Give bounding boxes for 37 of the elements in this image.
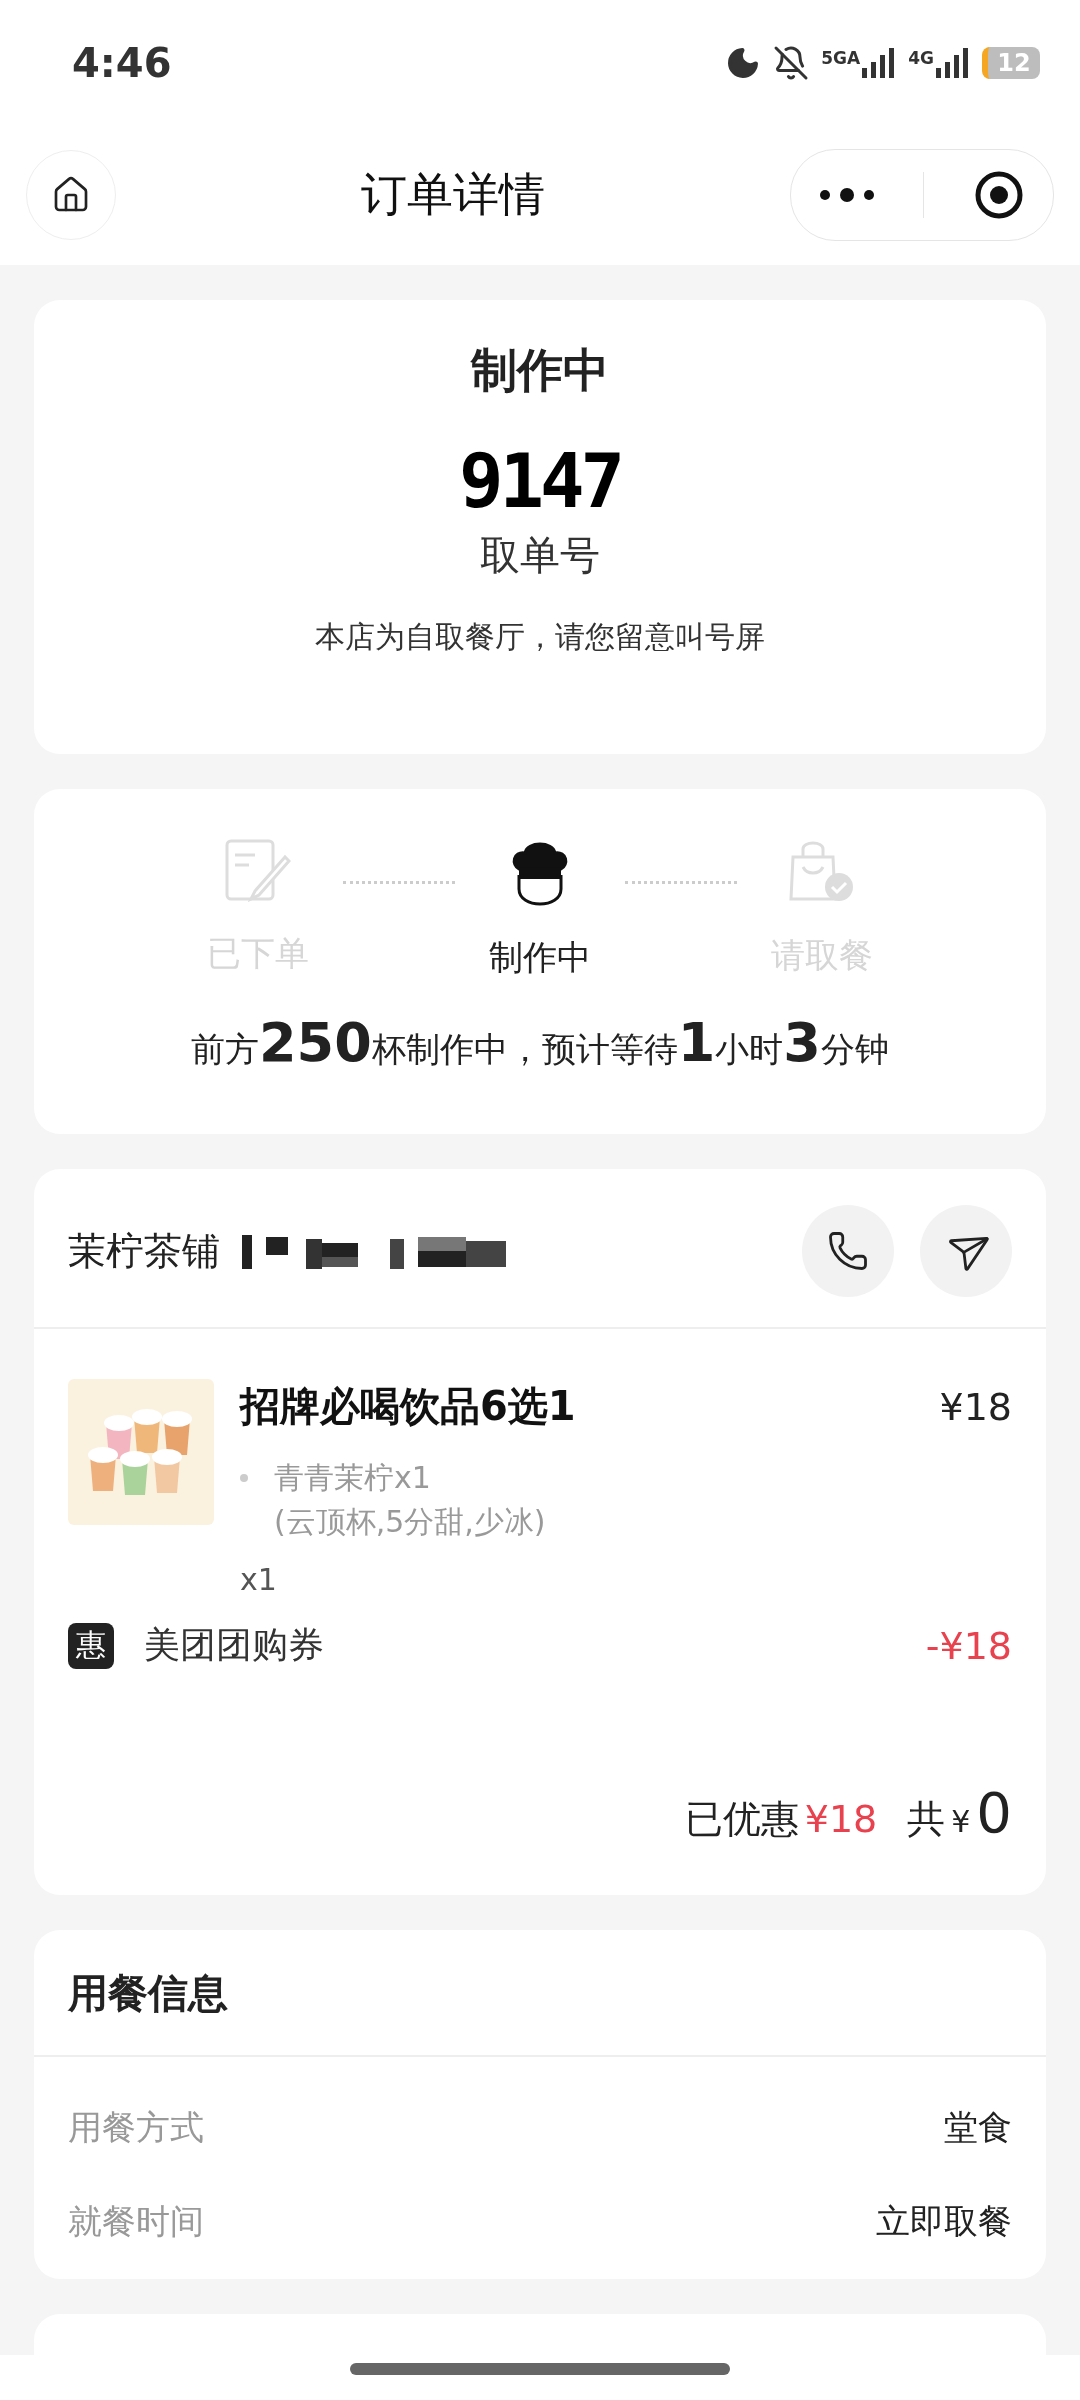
item-price: ¥18 (939, 1384, 1012, 1429)
battery-indicator: 12 (982, 46, 1040, 79)
item-quantity: x1 (240, 1562, 278, 1597)
status-time: 4:46 (72, 39, 172, 86)
info-label: 就餐时间 (68, 2200, 204, 2243)
discount-badge: 惠 (68, 1622, 114, 1669)
coupon-label: 美团团购券 (144, 1623, 324, 1667)
page-title: 订单详情 (361, 166, 545, 223)
saved-amount: ¥18 (804, 1797, 878, 1841)
network-label: 5GA (821, 47, 861, 68)
total-label: 共 (907, 1796, 946, 1843)
pickup-number: 9147 (458, 438, 622, 524)
section-title: 用餐信息 (34, 1930, 1046, 2057)
signal-icon (936, 47, 970, 78)
pickup-notice: 本店为自取餐厅，请您留意叫号屏 (315, 618, 765, 656)
wait-message: 前方250杯制作中，预计等待1小时3分钟 (190, 1011, 890, 1074)
store-name: 茉柠茶铺 (68, 1227, 220, 1275)
network-label: 4G (908, 47, 934, 68)
pickup-number-label: 取单号 (480, 531, 600, 580)
info-value: 立即取餐 (876, 2200, 1012, 2243)
total-amount: 0 (976, 1780, 1012, 1845)
info-value: 堂食 (944, 2106, 1012, 2149)
bullet-icon (240, 1474, 248, 1482)
saved-label: 已优惠 (684, 1796, 799, 1843)
signal-icon (862, 47, 897, 78)
step-label: 制作中 (489, 936, 591, 979)
item-title: 招牌必喝饮品6选1 (240, 1382, 576, 1431)
info-label: 用餐方式 (68, 2106, 204, 2149)
bell-off-icon (773, 44, 810, 81)
item-option: 青青茉柠x1 (274, 1456, 546, 1500)
note-pencil-icon (225, 839, 291, 903)
phone-icon (827, 1230, 869, 1272)
more-icon (819, 187, 876, 203)
item-option-detail: (云顶杯,5分甜,少冰) (274, 1503, 546, 1541)
total-currency: ¥ (951, 1804, 971, 1839)
order-status: 制作中 (471, 342, 609, 399)
discount-amount: -¥18 (925, 1623, 1012, 1668)
